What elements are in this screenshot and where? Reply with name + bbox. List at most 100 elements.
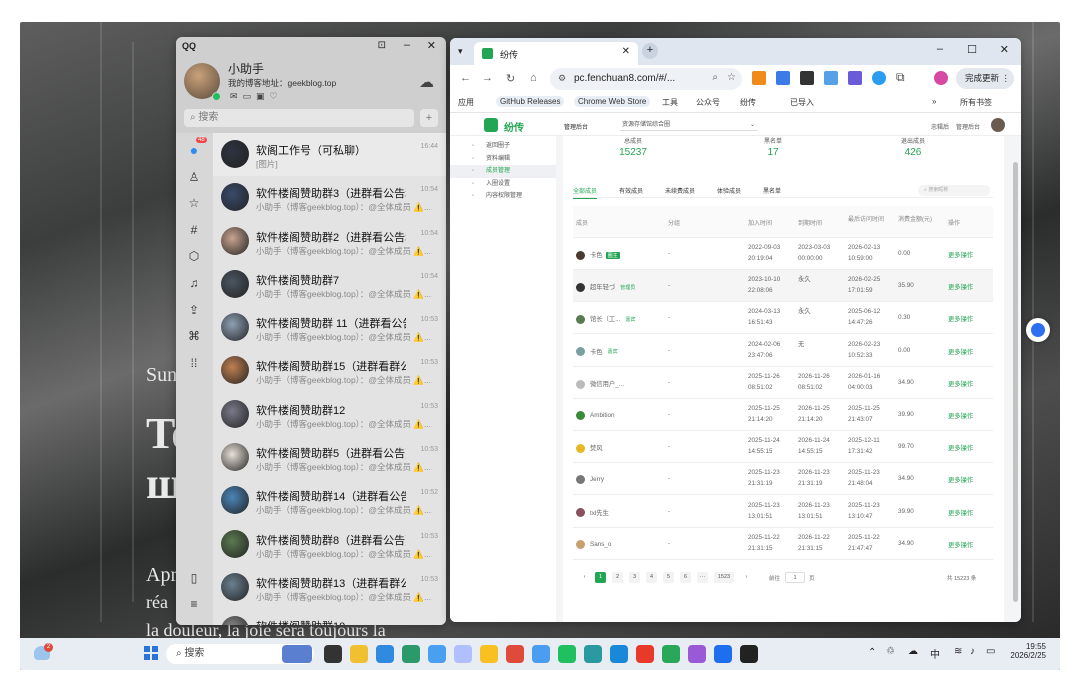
- profile-avatar[interactable]: [934, 71, 948, 85]
- chevron-up-icon[interactable]: ⌃: [868, 647, 876, 658]
- column-header[interactable]: 分组: [668, 218, 680, 227]
- nickname[interactable]: 小助手: [228, 60, 264, 77]
- signature[interactable]: 我的博客地址：geekblog.top: [228, 77, 336, 89]
- tab-3[interactable]: 体验成员: [717, 186, 741, 195]
- chat-item[interactable]: 软件楼阁赞助群14（进群看公告） 小助手（博客geekblog.top）：@全体成…: [213, 479, 446, 522]
- gamepad-icon[interactable]: ⌘: [187, 329, 201, 343]
- site-info-icon[interactable]: ⚙: [558, 73, 566, 84]
- bookmarks-overflow-icon[interactable]: »: [932, 97, 936, 106]
- forward-icon[interactable]: →: [482, 72, 493, 84]
- qq-icon[interactable]: [740, 645, 758, 663]
- app-icon[interactable]: [584, 645, 602, 663]
- maximize-button[interactable]: ☐: [967, 43, 977, 56]
- extensions-puzzle-icon[interactable]: ⧉: [896, 70, 905, 85]
- minimize-button[interactable]: –: [404, 39, 410, 51]
- bookmark-item[interactable]: 应用: [458, 97, 474, 108]
- bookmark-item[interactable]: GitHub Releases: [496, 96, 565, 107]
- chat-item[interactable]: 软件楼阁赞助群2（进群看公告和...小助手（博客geekblog.top）：@全…: [213, 220, 446, 263]
- member-name[interactable]: 焚风: [576, 443, 603, 454]
- circle-select[interactable]: 资源存储馆综合圈 ⌄: [620, 119, 758, 131]
- page-7[interactable]: 1523: [714, 572, 734, 583]
- member-name[interactable]: Sans_o: [576, 539, 611, 549]
- extension-tdk-icon[interactable]: [848, 71, 862, 85]
- minimize-button[interactable]: –: [937, 43, 943, 55]
- store-icon[interactable]: [402, 645, 420, 663]
- contacts-icon[interactable]: ♙: [187, 170, 201, 184]
- tray-cloud-icon[interactable]: ☁: [908, 646, 918, 657]
- menu-item[interactable]: ◦ 资料编辑: [450, 153, 556, 166]
- member-name[interactable]: 卡色 圈主: [576, 250, 620, 260]
- tab-4[interactable]: 黑名单: [763, 186, 781, 195]
- upload-icon[interactable]: ⇪: [187, 303, 201, 317]
- phone-icon[interactable]: ▯: [187, 571, 201, 585]
- bookmark-item[interactable]: 公众号: [696, 97, 720, 108]
- member-name[interactable]: Ambition: [576, 411, 615, 420]
- reload-icon[interactable]: ↻: [506, 72, 515, 85]
- chat-item[interactable]: 软件楼阁赞助群5（进群看公告） 小助手（博客geekblog.top）：@全体成员…: [213, 436, 446, 479]
- bookmark-item[interactable]: 所有书签: [960, 97, 992, 108]
- back-icon[interactable]: ←: [460, 72, 471, 84]
- goto-input[interactable]: 1: [785, 572, 805, 583]
- ime-indicator[interactable]: 中: [930, 646, 940, 661]
- next-page-button[interactable]: ›: [741, 572, 752, 583]
- menu-icon[interactable]: ≡: [187, 597, 201, 611]
- task-view-icon[interactable]: [324, 645, 342, 663]
- chat-item[interactable]: 软件楼阁赞助群8（进群看公告） 小助手（博客geekblog.top）：@全体成员…: [213, 523, 446, 566]
- apps-icon[interactable]: ⁞⁞: [187, 356, 201, 370]
- telegram-icon[interactable]: [610, 645, 628, 663]
- extension-translate-icon[interactable]: [776, 71, 790, 85]
- close-button[interactable]: ✕: [427, 39, 436, 52]
- column-header[interactable]: 消费金额(元): [898, 214, 938, 223]
- clock[interactable]: 19:55 2026/2/25: [1006, 642, 1046, 660]
- page-scrollbar[interactable]: [1013, 162, 1018, 602]
- app-icon[interactable]: [714, 645, 732, 663]
- game-icon[interactable]: ⬡: [187, 249, 201, 263]
- app-logo[interactable]: 纷传: [504, 119, 524, 134]
- more-ops-link[interactable]: 更多操作: [948, 540, 973, 549]
- bookmark-item[interactable]: Chrome Web Store: [574, 96, 651, 107]
- extension-icon[interactable]: [800, 71, 814, 85]
- status-icons[interactable]: ✉▭▣♡: [230, 91, 283, 102]
- skin-icon[interactable]: ☁: [419, 73, 434, 91]
- chat-item[interactable]: 软件楼阁赞助群15（进群看群公... 小助手（博客geekblog.top）：@全…: [213, 349, 446, 392]
- more-ops-link[interactable]: 更多操作: [948, 250, 973, 259]
- more-ops-link[interactable]: 更多操作: [948, 347, 973, 356]
- bookmark-item[interactable]: 工具: [662, 97, 678, 108]
- page-1[interactable]: 2: [612, 572, 623, 583]
- prev-page-button[interactable]: ‹: [579, 572, 590, 583]
- chat-item[interactable]: 软件楼阁赞助群13（进群看群公... 小助手（博客geekblog.top）：@全…: [213, 566, 446, 609]
- start-button[interactable]: [144, 646, 158, 660]
- tab-search-icon[interactable]: ▾: [458, 46, 463, 57]
- chat-item[interactable]: 软件楼阁赞助群3（进群看公告和...小助手（博客geekblog.top）：@全…: [213, 176, 446, 219]
- pin-icon[interactable]: ⊡: [378, 40, 386, 51]
- app-icon[interactable]: [688, 645, 706, 663]
- tab-2[interactable]: 未续费成员: [665, 186, 695, 195]
- member-name[interactable]: 卡色 嘉宾: [576, 347, 620, 357]
- page-4[interactable]: 5: [663, 572, 674, 583]
- header-link[interactable]: 忠辑后: [931, 122, 949, 131]
- member-name[interactable]: txl先生: [576, 508, 609, 518]
- page-5[interactable]: 6: [680, 572, 691, 583]
- menu-item[interactable]: ◦ 内容权限管理: [450, 190, 556, 203]
- menu-item[interactable]: ◦ 成员管理: [450, 165, 556, 178]
- close-button[interactable]: ✕: [1000, 43, 1009, 56]
- more-ops-link[interactable]: 更多操作: [948, 508, 973, 517]
- floating-assistant-button[interactable]: [1026, 318, 1050, 342]
- wifi-icon[interactable]: ≋: [954, 646, 962, 657]
- music-icon[interactable]: ♫: [187, 276, 201, 290]
- tray-icon[interactable]: ♲: [886, 646, 895, 657]
- page-3[interactable]: 4: [646, 572, 657, 583]
- member-name[interactable]: 微信用户_...: [576, 379, 624, 389]
- home-icon[interactable]: ⌂: [530, 72, 537, 84]
- member-name[interactable]: 超年轻づ 管理员: [576, 282, 637, 293]
- app-icon[interactable]: [480, 645, 498, 663]
- tab-active[interactable]: 纷传 ✕: [474, 42, 638, 65]
- page-2[interactable]: 3: [629, 572, 640, 583]
- browser-icon[interactable]: [532, 645, 550, 663]
- chat-item[interactable]: 软件楼阁赞助群 11（进群看公告）小助手（博客geekblog.top）：@全体…: [213, 306, 446, 349]
- close-tab-icon[interactable]: ✕: [622, 46, 630, 57]
- wps-icon[interactable]: [636, 645, 654, 663]
- extension-search-icon[interactable]: [872, 71, 886, 85]
- more-ops-link[interactable]: 更多操作: [948, 475, 973, 484]
- chat-item[interactable]: 软件楼阁赞助群7 小助手（博客geekblog.top）：@全体成员 ⚠️... 1…: [213, 263, 446, 306]
